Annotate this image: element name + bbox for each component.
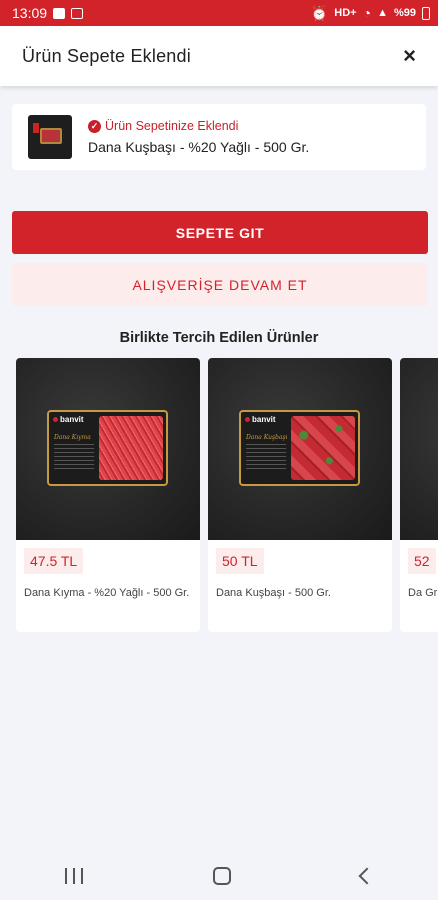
status-time: 13:09	[12, 5, 48, 21]
product-price: 47.5 TL	[24, 548, 84, 574]
network-label: HD+	[334, 7, 357, 19]
product-image: banvit Dana Kıyma	[16, 358, 200, 540]
status-bar: 13:09 ⏰ HD+ ◔ ▲ %99	[0, 0, 438, 26]
wifi-icon: ◔	[362, 5, 372, 21]
back-icon[interactable]	[358, 867, 376, 884]
system-nav-bar	[0, 851, 438, 900]
gallery-icon	[53, 7, 66, 19]
added-item-card: ✓ Ürün Sepetinize Eklendi Dana Kuşbaşı -…	[12, 104, 426, 170]
product-price: 50 TL	[216, 548, 264, 574]
product-name: Dana Kuşbaşı - 500 Gr.	[216, 587, 331, 599]
product-name: Dana Kıyma - %20 Yağlı - 500 Gr.	[24, 587, 190, 599]
product-price: 52	[408, 548, 436, 574]
home-icon[interactable]	[213, 866, 231, 885]
product-card[interactable]: 52 Da Gr	[400, 358, 438, 632]
modal-header: Ürün Sepete Eklendi ×	[0, 26, 438, 86]
recent-apps-icon[interactable]	[65, 867, 83, 884]
product-thumbnail	[28, 115, 72, 159]
check-circle-icon: ✓	[88, 119, 101, 133]
product-image	[400, 358, 438, 540]
page-title: Ürün Sepete Eklendi	[22, 45, 191, 66]
added-status: ✓ Ürün Sepetinize Eklendi	[88, 119, 309, 133]
brand-logo: banvit	[245, 415, 276, 424]
task-icon	[71, 7, 84, 19]
added-product-name: Dana Kuşbaşı - %20 Yağlı - 500 Gr.	[88, 139, 310, 155]
tray-label: Dana Kıyma	[54, 434, 91, 441]
brand-logo: banvit	[53, 415, 84, 424]
added-status-text: Ürün Sepetinize Eklendi	[105, 119, 239, 133]
battery-level: %99	[393, 7, 416, 19]
go-to-cart-button[interactable]: SEPETE GIT	[12, 211, 428, 254]
product-name: Da Gr	[408, 587, 438, 599]
battery-icon	[422, 6, 430, 20]
recommendations-title: Birlikte Tercih Edilen Ürünler	[119, 330, 319, 346]
product-image: banvit Dana Kuşbaşı	[208, 358, 392, 540]
close-icon[interactable]: ×	[403, 45, 416, 67]
product-card[interactable]: banvit Dana Kuşbaşı 50 TL Dana Kuşbaşı -…	[208, 358, 392, 632]
product-card[interactable]: banvit Dana Kıyma 47.5 TL Dana Kıyma - %…	[16, 358, 200, 632]
alarm-icon: ⏰	[310, 4, 329, 21]
signal-icon: ▲	[377, 7, 388, 19]
recommendations-carousel[interactable]: banvit Dana Kıyma 47.5 TL Dana Kıyma - %…	[16, 358, 438, 632]
continue-shopping-button[interactable]: ALIŞVERİŞE DEVAM ET	[12, 263, 428, 306]
tray-label: Dana Kuşbaşı	[246, 434, 288, 441]
